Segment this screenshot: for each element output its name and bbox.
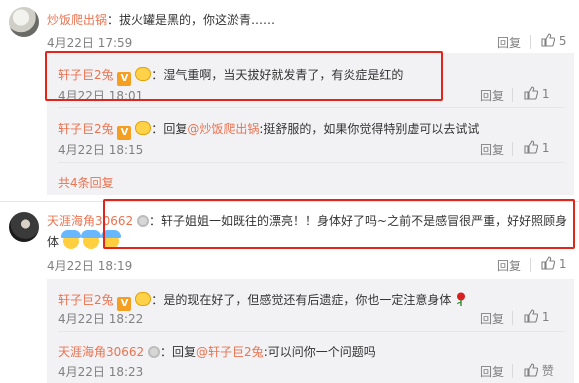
reply-line: 天涯海角30662 ：回复@轩子巨2兔:可以问你一个问题吗 [58,343,376,360]
like-label: 赞 [541,364,554,378]
thumbs-up-icon [524,309,538,323]
timestamp: 4月22日 18:23 [58,365,144,379]
like-button[interactable]: 1 [524,86,549,101]
medal-icon [148,346,161,358]
comment-text: 体 [47,235,60,249]
separator: ： [160,345,173,359]
reply-button[interactable]: 回复 [480,363,504,380]
divider [512,311,513,325]
like-count: 5 [558,34,567,48]
thumbs-up-icon [541,33,555,47]
mention-link[interactable]: @轩子巨2兔 [196,345,264,359]
timestamp: 4月22日 17:59 [47,36,133,50]
more-replies-link[interactable]: 共4条回复 [58,174,114,191]
reply-line: 轩子巨2兔 V ：是的现在好了，但感觉还有后遗症，你也一定注意身体 [58,291,467,311]
timestamp: 4月22日 18:15 [58,143,144,157]
timestamp: 4月22日 18:22 [58,312,144,326]
thumbs-up-icon [524,140,538,154]
like-count: 1 [541,141,550,155]
separator: ： [107,13,120,27]
laugh-cry-icon [80,230,101,249]
username[interactable]: 天涯海角30662 [58,345,144,359]
separator: ： [151,293,164,307]
reply-text: :可以问你一个问题吗 [263,345,376,359]
reply-text: :挺舒服的，如果你觉得特别虚可以去试试 [259,122,480,136]
star-badge-icon [135,121,152,135]
like-button[interactable]: 5 [541,33,566,48]
comment-text: 拔火罐是黑的，你这淤青…… [119,13,276,27]
divider [512,364,513,378]
reply-button[interactable]: 回复 [497,34,521,51]
star-badge-icon [135,292,152,306]
v-icon: V [117,126,132,140]
username[interactable]: 轩子巨2兔 [58,293,114,307]
divider [530,258,531,272]
laugh-cry-icon [60,230,81,249]
thumbs-up-icon [541,256,555,270]
reply-line: 轩子巨2兔 V ：回复@炒饭爬出锅:挺舒服的，如果你觉得特别虚可以去试试 [58,120,479,140]
reply-button[interactable]: 回复 [480,87,504,104]
reply-text: 是的现在好了，但感觉还有后遗症，你也一定注意身体 [163,293,452,307]
timestamp: 4月22日 18:19 [47,259,133,273]
reply-prefix: 回复 [163,122,188,136]
thumbs-up-icon [524,86,538,100]
like-count: 1 [558,257,567,271]
like-button[interactable]: 1 [524,140,549,155]
rose-icon [457,292,466,306]
avatar[interactable] [9,212,39,242]
username[interactable]: 轩子巨2兔 [58,122,114,136]
reply-button[interactable]: 回复 [497,257,521,274]
reply-button[interactable]: 回复 [480,141,504,158]
like-button[interactable]: 1 [524,309,549,324]
like-button[interactable]: 1 [541,256,566,271]
avatar[interactable] [9,7,39,37]
v-icon: V [117,297,132,311]
like-count: 1 [541,310,550,324]
divider [58,107,564,108]
highlight-box [103,199,575,249]
divider [512,88,513,102]
divider [58,162,564,163]
username[interactable]: 炒饭爬出锅 [47,13,107,27]
thumbs-up-icon [524,363,538,377]
reply-prefix: 回复 [172,345,197,359]
like-button[interactable]: 赞 [524,362,554,379]
reply-button[interactable]: 回复 [480,310,504,327]
separator: ： [151,122,164,136]
divider [530,35,531,49]
divider [512,142,513,156]
mention-link[interactable]: @炒饭爬出锅 [187,122,259,136]
divider [58,331,564,332]
like-count: 1 [541,87,550,101]
comment-1-line: 炒饭爬出锅：拔火罐是黑的，你这淤青…… [47,11,275,28]
highlight-box [45,51,443,101]
